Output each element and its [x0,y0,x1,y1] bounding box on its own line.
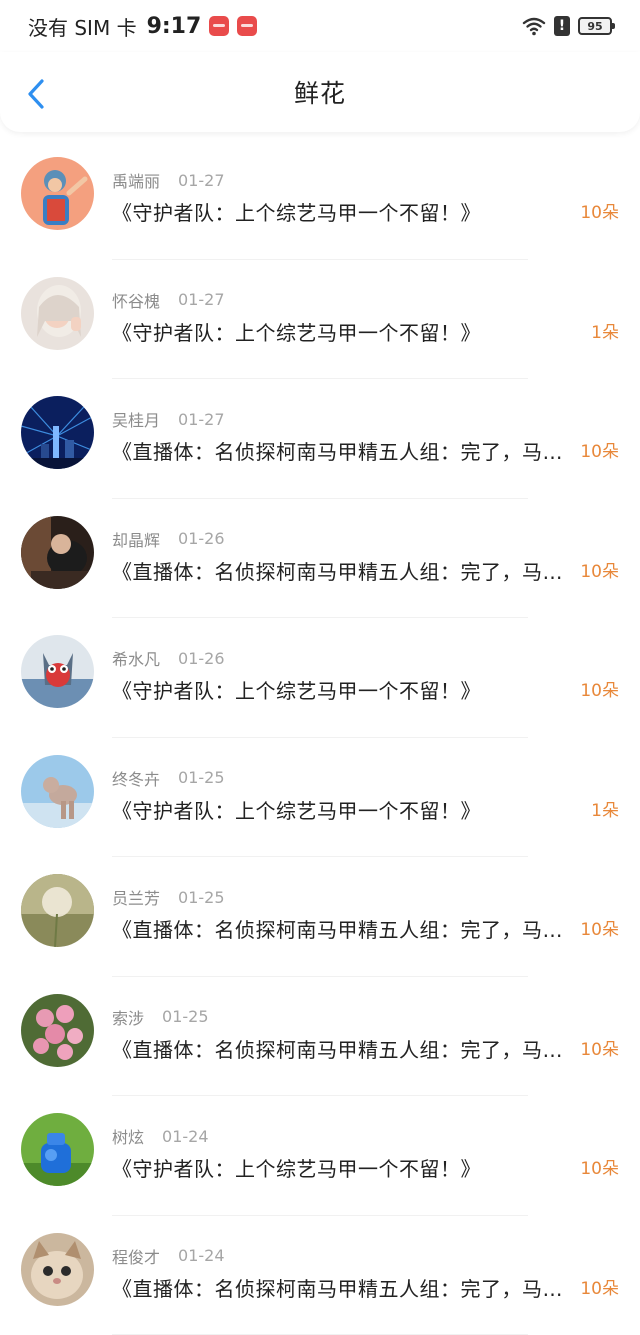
item-meta: 树炫 01-24 [112,1125,209,1147]
avatar-image [21,874,94,947]
item-date: 01-27 [178,290,225,309]
item-meta: 怀谷槐 01-27 [112,289,225,311]
avatar-image [21,396,94,469]
book-title: 《直播体：名侦探柯南马甲精五人组：完了，马… [112,437,580,467]
avatar[interactable] [21,396,94,469]
list-item[interactable]: 却晶辉 01-26 《直播体：名侦探柯南马甲精五人组：完了，马… 10朵 [0,499,640,619]
avatar[interactable] [21,874,94,947]
flower-count: 10朵 [580,1276,619,1302]
app-notification-icon [237,16,257,36]
avatar-image [21,157,94,230]
avatar[interactable] [21,516,94,589]
user-name: 终冬卉 [112,766,160,790]
avatar-image [21,635,94,708]
user-name: 员兰芳 [112,885,160,909]
avatar[interactable] [21,277,94,350]
item-date: 01-24 [162,1127,209,1146]
flower-count: 10朵 [580,1156,619,1182]
page-title: 鲜花 [294,74,346,110]
user-name: 吴桂月 [112,407,160,431]
item-meta: 程俊才 01-24 [112,1245,225,1267]
user-name: 希水凡 [112,646,160,670]
avatar-image [21,994,94,1067]
flower-count: 1朵 [591,320,619,346]
item-date: 01-26 [178,529,225,548]
list-item[interactable]: 禹端丽 01-27 《守护者队：上个综艺马甲一个不留！》 10朵 [0,140,640,260]
item-meta: 吴桂月 01-27 [112,408,225,430]
wifi-icon [522,16,546,36]
status-bar: 没有 SIM 卡 9:17 ! 95 [0,0,640,52]
book-title: 《直播体：名侦探柯南马甲精五人组：完了，马… [112,1035,580,1065]
user-name: 树炫 [112,1124,144,1148]
book-title: 《守护者队：上个综艺马甲一个不留！》 [112,198,580,228]
item-meta: 禹端丽 01-27 [112,169,225,191]
carrier-label: 没有 SIM 卡 [28,12,137,41]
item-date: 01-26 [178,649,225,668]
list-item[interactable]: 终冬卉 01-25 《守护者队：上个综艺马甲一个不留！》 1朵 [0,738,640,858]
battery-level: 95 [587,20,602,33]
nav-bar: 鲜花 [0,52,640,132]
item-date: 01-24 [178,1246,225,1265]
flower-count: 10朵 [580,200,619,226]
avatar[interactable] [21,157,94,230]
book-title: 《直播体：名侦探柯南马甲精五人组：完了，马… [112,915,580,945]
list-item[interactable]: 树炫 01-24 《守护者队：上个综艺马甲一个不留！》 10朵 [0,1096,640,1216]
book-title: 《守护者队：上个综艺马甲一个不留！》 [112,1154,580,1184]
list-item[interactable]: 索涉 01-25 《直播体：名侦探柯南马甲精五人组：完了，马… 10朵 [0,977,640,1097]
list-item[interactable]: 员兰芳 01-25 《直播体：名侦探柯南马甲精五人组：完了，马… 10朵 [0,857,640,977]
avatar[interactable] [21,1233,94,1306]
item-date: 01-27 [178,171,225,190]
book-title: 《守护者队：上个综艺马甲一个不留！》 [112,318,580,348]
flower-count: 10朵 [580,559,619,585]
flower-list: 禹端丽 01-27 《守护者队：上个综艺马甲一个不留！》 10朵 怀谷槐 01-… [0,140,640,1335]
avatar-image [21,1233,94,1306]
avatar[interactable] [21,1113,94,1186]
item-date: 01-25 [162,1007,209,1026]
avatar[interactable] [21,635,94,708]
item-meta: 终冬卉 01-25 [112,767,225,789]
book-title: 《守护者队：上个综艺马甲一个不留！》 [112,676,580,706]
status-right: ! 95 [522,16,612,36]
user-name: 怀谷槐 [112,288,160,312]
flower-count: 10朵 [580,439,619,465]
back-button[interactable] [20,76,52,112]
item-meta: 索涉 01-25 [112,1006,209,1028]
list-item[interactable]: 吴桂月 01-27 《直播体：名侦探柯南马甲精五人组：完了，马… 10朵 [0,379,640,499]
item-meta: 希水凡 01-26 [112,647,225,669]
list-item[interactable]: 程俊才 01-24 《直播体：名侦探柯南马甲精五人组：完了，马… 10朵 [0,1216,640,1335]
user-name: 却晶辉 [112,527,160,551]
alert-icon: ! [554,16,570,36]
item-meta: 却晶辉 01-26 [112,528,225,550]
item-date: 01-25 [178,768,225,787]
user-name: 禹端丽 [112,168,160,192]
battery-icon: 95 [578,17,612,35]
avatar-image [21,1113,94,1186]
avatar[interactable] [21,994,94,1067]
flower-count: 10朵 [580,1037,619,1063]
clock: 9:17 [147,14,202,39]
app-notification-icon [209,16,229,36]
avatar-image [21,277,94,350]
flower-count: 10朵 [580,917,619,943]
status-left: 没有 SIM 卡 9:17 [28,12,257,41]
item-meta: 员兰芳 01-25 [112,886,225,908]
list-item[interactable]: 怀谷槐 01-27 《守护者队：上个综艺马甲一个不留！》 1朵 [0,260,640,380]
avatar[interactable] [21,755,94,828]
book-title: 《直播体：名侦探柯南马甲精五人组：完了，马… [112,557,580,587]
book-title: 《直播体：名侦探柯南马甲精五人组：完了，马… [112,1274,580,1304]
flower-count: 1朵 [591,798,619,824]
list-item[interactable]: 希水凡 01-26 《守护者队：上个综艺马甲一个不留！》 10朵 [0,618,640,738]
avatar-image [21,516,94,589]
book-title: 《守护者队：上个综艺马甲一个不留！》 [112,796,580,826]
user-name: 索涉 [112,1005,144,1029]
avatar-image [21,755,94,828]
item-date: 01-25 [178,888,225,907]
item-date: 01-27 [178,410,225,429]
chevron-left-icon [26,78,46,110]
flower-count: 10朵 [580,678,619,704]
user-name: 程俊才 [112,1244,160,1268]
